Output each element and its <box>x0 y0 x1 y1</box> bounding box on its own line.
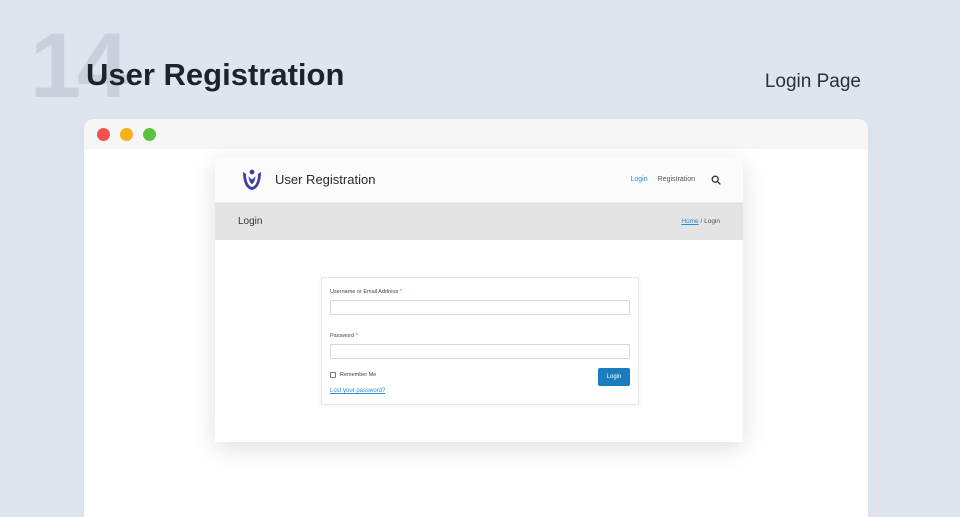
user-registration-logo-icon[interactable] <box>241 168 263 192</box>
login-button[interactable]: Login <box>598 368 630 386</box>
username-label: Username or Email Address * <box>330 289 403 295</box>
minimize-dot[interactable] <box>120 127 133 141</box>
login-form: Username or Email Address * Password * R… <box>321 277 639 405</box>
slide-title: User Registration <box>86 57 345 92</box>
password-input[interactable] <box>330 344 630 359</box>
search-icon[interactable] <box>711 175 721 185</box>
nav-registration-link[interactable]: Registration <box>658 176 695 183</box>
site-header: User Registration Login Registration <box>215 157 743 203</box>
browser-title-bar <box>84 119 868 149</box>
username-input[interactable] <box>330 300 630 315</box>
page-title-band: Login Home / Login <box>215 203 743 240</box>
page-title: Login <box>238 216 263 227</box>
breadcrumb: Home / Login <box>681 218 720 225</box>
form-actions-row: Remember Me Login <box>330 368 630 386</box>
nav-login-link[interactable]: Login <box>631 176 648 183</box>
lost-password-link[interactable]: Lost your password? <box>330 388 630 394</box>
breadcrumb-current: Login <box>704 218 720 225</box>
browser-window: User Registration Login Registration Log… <box>84 119 868 517</box>
required-marker: * <box>355 333 358 339</box>
close-dot[interactable] <box>97 127 110 141</box>
slide-caption: Login Page <box>764 71 861 92</box>
remember-me[interactable]: Remember Me <box>330 372 376 378</box>
website-preview: User Registration Login Registration Log… <box>215 157 743 442</box>
required-marker: * <box>400 289 403 295</box>
remember-me-label: Remember Me <box>340 372 377 378</box>
breadcrumb-home-link[interactable]: Home <box>681 218 698 225</box>
site-nav: Login Registration <box>631 175 722 185</box>
maximize-dot[interactable] <box>143 127 156 141</box>
remember-me-checkbox[interactable] <box>330 372 336 378</box>
site-name[interactable]: User Registration <box>275 172 375 187</box>
password-label: Password * <box>330 333 358 339</box>
